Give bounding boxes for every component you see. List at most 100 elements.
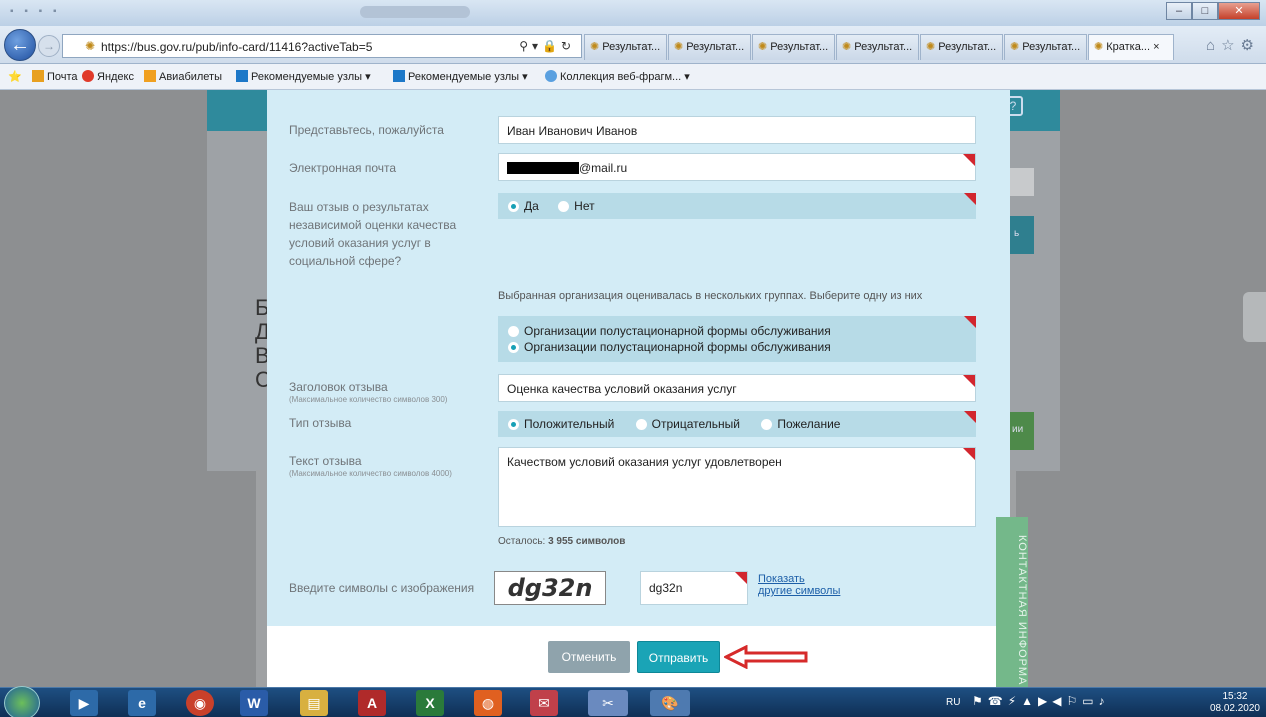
radio-selected-icon [508,419,519,430]
plane-icon [144,70,156,82]
option-yes[interactable]: Да [508,199,539,213]
group-option-1[interactable]: Организации полустационарной формы обслу… [508,323,966,339]
feedback-question: Ваш отзыв о результатах независимой оцен… [289,200,457,268]
excel-icon[interactable]: X [416,690,444,716]
required-flag [964,193,976,205]
title-limit: (Максимальное количество символов 300) [289,395,448,404]
media-player-icon[interactable]: ▶ [70,690,98,716]
tab-1[interactable]: ✺ Результат... [584,34,667,60]
access-icon[interactable]: A [358,690,386,716]
favorites-star-icon[interactable]: ⭐ [8,70,22,83]
fav-avia[interactable]: Авиабилеты [144,70,222,83]
type-wish[interactable]: Пожелание [761,417,840,431]
close-tab-icon[interactable]: × [1153,41,1159,53]
tab-5[interactable]: ✺ Результат... [920,34,1003,60]
start-button[interactable] [4,686,40,717]
clock[interactable]: 15:32 08.02.2020 [1210,691,1260,715]
name-label: Представьтесь, пожалуйста [289,123,444,137]
site-favicon-icon: ✺ [674,41,684,53]
radio-icon [635,419,647,430]
navigation-bar: ← → ✺ https://bus.gov.ru/pub/info-card/1… [0,26,1266,64]
text-limit: (Максимальное количество символов 4000) [289,469,452,478]
minimize-button[interactable]: – [1166,2,1192,20]
captcha-refresh-link[interactable]: Показать другие символы [758,573,840,597]
app-icon[interactable]: ◍ [474,690,502,716]
required-flag [963,154,975,166]
address-bar[interactable]: ✺ https://bus.gov.ru/pub/info-card/11416… [62,34,582,58]
type-label: Тип отзыва [289,416,352,430]
address-url[interactable]: https://bus.gov.ru/pub/info-card/11416?a… [101,40,372,54]
fav-recommended-2[interactable]: Рекомендуемые узлы ▾ [393,70,528,83]
submit-button[interactable]: Отправить [637,641,720,673]
back-button[interactable]: ← [4,29,36,61]
snipping-tool-icon[interactable]: ✂ [588,690,628,716]
captcha-image: dg32n [494,571,606,605]
folder-icon[interactable]: ▤ [300,690,328,716]
group-option-2[interactable]: Организации полустационарной формы обслу… [508,339,966,355]
fav-mail[interactable]: Почта [32,70,78,83]
taskbar: ▶ e ◉ W ▤ A X ◍ ✉ ✂ 🎨 RU ⚑☎⚡▲▶◀⚐▭♪ 15:32… [0,686,1266,717]
language-indicator[interactable]: RU [946,697,960,708]
required-flag [963,375,975,387]
close-window-button[interactable]: ✕ [1218,2,1260,20]
tab-6[interactable]: ✺ Результат... [1004,34,1087,60]
tab-2[interactable]: ✺ Результат... [668,34,751,60]
ie-icon [545,70,557,82]
feedback-modal: Представьтесь, пожалуйста Иван Иванович … [267,90,1010,687]
arrow-shape [724,645,808,669]
redacted-mark [507,162,579,174]
captcha-label: Введите символы с изображения [289,581,475,595]
cancel-button[interactable]: Отменить [548,641,630,673]
option-no[interactable]: Нет [558,199,595,213]
site-icon: ✺ [85,39,96,53]
site-favicon-icon: ✺ [1010,41,1020,53]
fav-recommended-1[interactable]: Рекомендуемые узлы ▾ [236,70,371,83]
system-tray: RU ⚑☎⚡▲▶◀⚐▭♪ 15:32 08.02.2020 [946,688,1266,717]
word-icon[interactable]: W [240,690,268,716]
tab-active[interactable]: ✺ Кратка... × [1088,34,1174,60]
tab-4[interactable]: ✺ Результат... [836,34,919,60]
tab-3[interactable]: ✺ Результат... [752,34,835,60]
yandex-icon [82,70,94,82]
maximize-button[interactable]: □ [1192,2,1218,20]
window-controls: – □ ✕ [1166,2,1260,20]
site-favicon-icon: ✺ [590,41,600,53]
address-controls[interactable]: ⚲▾🔒↻ [519,39,575,53]
site-favicon-icon: ✺ [758,41,768,53]
title-input[interactable]: Оценка качества условий оказания услуг [498,374,976,402]
contact-info-tab[interactable]: КОНТАКТНАЯ ИНФОРМА [996,517,1028,687]
bing-icon [236,70,248,82]
radio-icon [761,419,773,430]
site-favicon-icon: ✺ [926,41,936,53]
paint-icon[interactable]: 🎨 [650,690,690,716]
type-positive[interactable]: Положительный [508,417,614,431]
fav-webslices[interactable]: Коллекция веб-фрагм... ▾ [545,70,690,83]
site-favicon-icon: ✺ [842,41,852,53]
captcha-input[interactable]: dg32n [640,571,748,605]
quick-access-icons: ▪ ▪ ▪ ▪ [10,6,61,17]
mail-app-icon[interactable]: ✉ [530,690,558,716]
radio-icon [558,201,570,212]
forward-button[interactable]: → [38,35,60,57]
name-input[interactable]: Иван Иванович Иванов [498,116,976,144]
required-flag [963,448,975,460]
bing-icon [393,70,405,82]
annotation-arrow-icon [724,645,808,669]
window-title-blurred [360,6,470,18]
chrome-icon[interactable]: ◉ [186,690,214,716]
group-hint: Выбранная организация оценивалась в неск… [498,290,923,302]
required-flag [964,316,976,328]
ie-taskbar-icon[interactable]: e [128,690,156,716]
background-side-widget [1243,292,1266,342]
toolbar-icons[interactable]: ⌂☆⚙ [1206,36,1260,54]
type-negative[interactable]: Отрицательный [635,417,740,431]
tray-icons[interactable]: ⚑☎⚡▲▶◀⚐▭♪ [972,694,1110,708]
required-flag [735,572,747,584]
required-flag [964,411,976,423]
text-textarea[interactable]: Качеством условий оказания услуг удовлет… [498,447,976,527]
title-label: Заголовок отзыва (Максимальное количество… [289,380,448,404]
email-input[interactable]: @mail.ru [498,153,976,181]
radio-selected-icon [508,342,519,353]
fav-yandex[interactable]: Яндекс [82,70,134,83]
email-label: Электронная почта [289,161,397,175]
